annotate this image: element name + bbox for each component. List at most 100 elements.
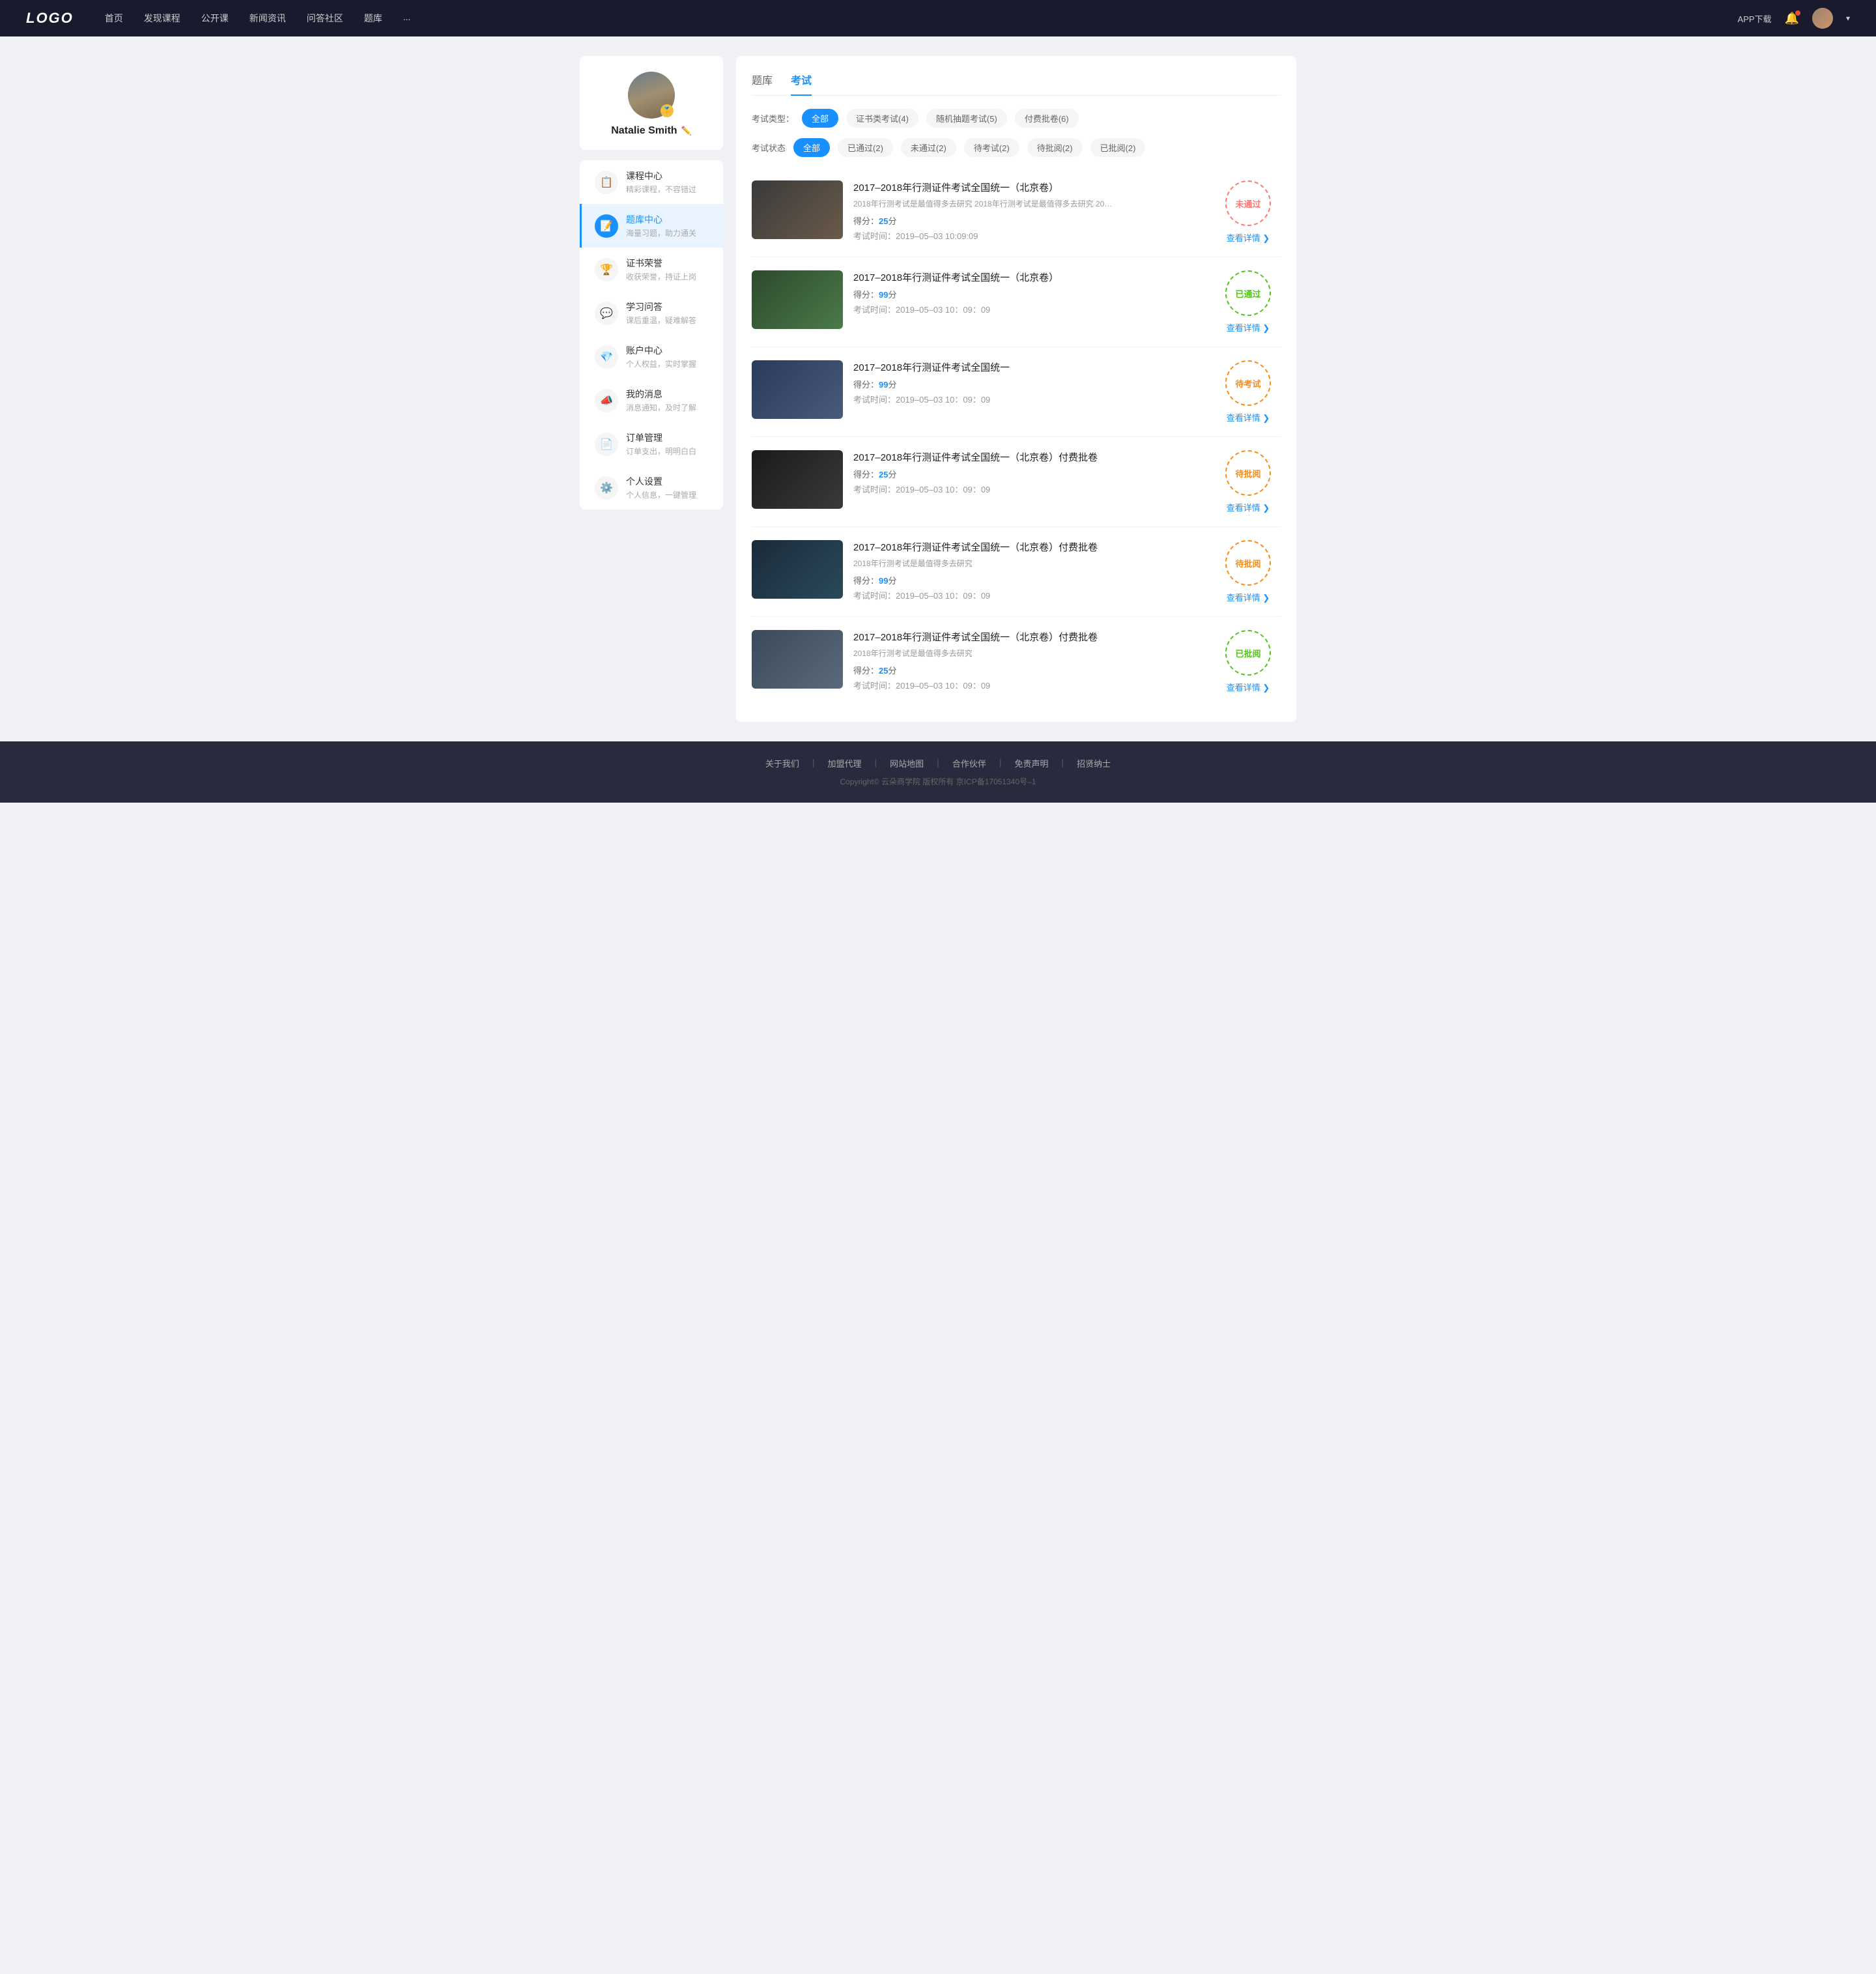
content-area: 题库 考试 考试类型： 全部证书类考试(4) 随机抽题考试(5) 付费批卷(6) 考试… [736,56,1296,722]
footer-separator: | [937,757,939,769]
filter-type-option[interactable]: 随机抽题考试(5) [926,109,1007,128]
filter-type-option[interactable]: 证书类考试(4) [846,109,918,128]
exam-detail-link[interactable]: 查看详情 ❯ [1227,681,1270,693]
filter-type-label: 考试类型： [752,112,794,124]
filter-type-option[interactable]: 全部 [802,109,838,128]
sidebar-item-certificate[interactable]: 🏆 证书荣誉 收获荣誉，持证上岗 [580,248,723,291]
exam-time: 考试时间：2019–05–03 10：09：09 [853,483,1205,495]
filter-status-option[interactable]: 全部 [793,138,830,157]
filter-status-option[interactable]: 待批阅(2) [1027,138,1083,157]
exam-score-value: 99 [879,290,888,300]
menu-texts-settings: 个人设置 个人信息，一键管理 [626,475,696,500]
footer-link[interactable]: 免责声明 [1014,757,1048,769]
sidebar-item-settings[interactable]: ⚙️ 个人设置 个人信息，一键管理 [580,466,723,509]
avatar-wrap: 🏅 [628,72,675,119]
exam-item: 2017–2018年行测证件考试全国统一（北京卷） 2018年行测考试是最值得多… [752,167,1281,257]
footer-copyright: Copyright© 云朵商学院 版权所有 京ICP备17051340号–1 [26,776,1850,787]
footer-link[interactable]: 关于我们 [765,757,799,769]
menu-icon-orders: 📄 [595,433,618,456]
exam-thumbnail [752,540,843,599]
exam-detail-link[interactable]: 查看详情 ❯ [1227,411,1270,423]
navbar: LOGO 首页 发现课程 公开课 新闻资讯 问答社区 题库... APP下载 🔔 ▾ [0,0,1876,36]
exam-status-stamp: 待考试 [1225,360,1271,406]
footer: 关于我们|加盟代理|网站地图|合作伙伴|免责声明|招贤纳士 Copyright©… [0,741,1876,803]
nav-links: 首页 发现课程 公开课 新闻资讯 问答社区 题库... [105,9,1738,27]
exam-score: 得分：25分 [853,214,1205,227]
exam-time: 考试时间：2019–05–03 10：09：09 [853,589,1205,601]
tab-question-bank[interactable]: 题库 [752,72,773,95]
footer-link[interactable]: 网站地图 [890,757,924,769]
menu-title-orders: 订单管理 [626,431,696,444]
sidebar-menu: 📋 课程中心 精彩课程，不容错过 📝 题库中心 海量习题，助力通关 🏆 证书荣誉… [580,160,723,509]
footer-link[interactable]: 合作伙伴 [952,757,986,769]
menu-texts-messages: 我的消息 消息通知，及时了解 [626,388,696,413]
chevron-down-icon[interactable]: ▾ [1846,14,1850,23]
exam-detail-link[interactable]: 查看详情 ❯ [1227,321,1270,334]
sidebar-item-question-bank[interactable]: 📝 题库中心 海量习题，助力通关 [580,204,723,248]
filter-status-option[interactable]: 已通过(2) [838,138,893,157]
sidebar-item-qa[interactable]: 💬 学习问答 课后重温，疑难解答 [580,291,723,335]
sidebar-item-account[interactable]: 💎 账户中心 个人权益，实时掌握 [580,335,723,379]
exam-detail-link[interactable]: 查看详情 ❯ [1227,231,1270,244]
exam-item: 2017–2018年行测证件考试全国统一（北京卷）付费批卷 得分：25分 考试时… [752,437,1281,527]
footer-separator: | [999,757,1002,769]
edit-icon[interactable]: ✏️ [681,126,692,136]
notification-bell[interactable]: 🔔 [1785,12,1799,25]
menu-icon-qa: 💬 [595,302,618,325]
user-avatar[interactable] [1812,8,1833,29]
filter-status-row: 考试状态全部已通过(2)未通过(2)待考试(2)待批阅(2)已批阅(2) [752,138,1281,157]
menu-title-question-bank: 题库中心 [626,213,696,226]
exam-thumbnail [752,630,843,689]
sidebar-item-orders[interactable]: 📄 订单管理 订单支出，明明白白 [580,422,723,466]
exam-status-stamp: 待批阅 [1225,450,1271,496]
exam-thumbnail [752,270,843,329]
footer-link[interactable]: 加盟代理 [828,757,862,769]
exam-desc: 2018年行测考试是最值得多去研究 [853,648,1114,659]
exam-score-value: 25 [879,666,888,676]
menu-texts-qa: 学习问答 课后重温，疑难解答 [626,300,696,326]
menu-sub-certificate: 收获荣誉，持证上岗 [626,271,696,282]
filter-status-option[interactable]: 待考试(2) [964,138,1019,157]
exam-status-stamp: 待批阅 [1225,540,1271,586]
menu-sub-account: 个人权益，实时掌握 [626,358,696,369]
nav-link[interactable]: 新闻资讯 [249,9,286,27]
exam-score: 得分：25分 [853,468,1205,480]
exam-score: 得分：99分 [853,288,1205,300]
exam-item: 2017–2018年行测证件考试全国统一 得分：99分 考试时间：2019–05… [752,347,1281,437]
exam-action: 已通过 查看详情 ❯ [1215,270,1281,334]
exam-action: 待批阅 查看详情 ❯ [1215,450,1281,513]
exam-thumbnail [752,360,843,419]
nav-link[interactable]: 题库 [364,9,382,27]
exam-status-stamp: 已通过 [1225,270,1271,316]
exam-item: 2017–2018年行测证件考试全国统一（北京卷）付费批卷 2018年行测考试是… [752,617,1281,706]
exam-score-value: 99 [879,576,888,586]
exam-detail-link[interactable]: 查看详情 ❯ [1227,501,1270,513]
nav-link[interactable]: 公开课 [201,9,229,27]
sidebar-item-course[interactable]: 📋 课程中心 精彩课程，不容错过 [580,160,723,204]
menu-texts-orders: 订单管理 订单支出，明明白白 [626,431,696,457]
exam-title: 2017–2018年行测证件考试全国统一 [853,360,1205,374]
username-text: Natalie Smith [611,125,677,137]
nav-link[interactable]: 发现课程 [144,9,180,27]
menu-icon-settings: ⚙️ [595,476,618,500]
nav-right: APP下载 🔔 ▾ [1738,8,1850,29]
nav-link[interactable]: 首页 [105,9,123,27]
sidebar-item-messages[interactable]: 📣 我的消息 消息通知，及时了解 [580,379,723,422]
filter-status-option[interactable]: 已批阅(2) [1090,138,1146,157]
exam-action: 待批阅 查看详情 ❯ [1215,540,1281,603]
app-download-link[interactable]: APP下载 [1738,12,1772,25]
menu-title-course: 课程中心 [626,169,696,182]
nav-link[interactable]: 问答社区 [307,9,343,27]
nav-link[interactable]: ... [403,9,411,27]
footer-link[interactable]: 招贤纳士 [1077,757,1111,769]
filter-status-option[interactable]: 未通过(2) [901,138,956,157]
exam-score: 得分：99分 [853,378,1205,390]
exam-detail-link[interactable]: 查看详情 ❯ [1227,591,1270,603]
nav-logo: LOGO [26,10,74,27]
tab-exam[interactable]: 考试 [791,72,812,95]
footer-separator: | [812,757,815,769]
exam-title: 2017–2018年行测证件考试全国统一（北京卷）付费批卷 [853,630,1205,644]
exam-status-stamp: 已批阅 [1225,630,1271,676]
sidebar: 🏅 Natalie Smith ✏️ 📋 课程中心 精彩课程，不容错过 📝 题库… [580,56,723,722]
filter-type-option[interactable]: 付费批卷(6) [1015,109,1079,128]
